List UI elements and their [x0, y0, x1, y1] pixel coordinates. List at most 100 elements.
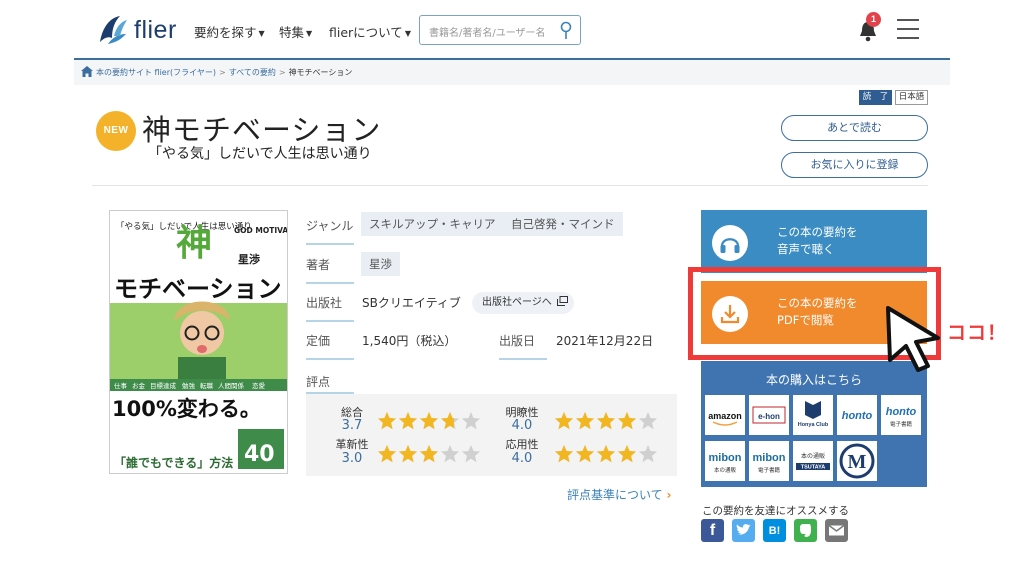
- star-empty-icon: [638, 445, 658, 463]
- publisher-page-link[interactable]: 出版社ページへ: [472, 292, 574, 314]
- home-icon[interactable]: [81, 66, 93, 77]
- store-m[interactable]: M: [837, 441, 877, 481]
- price-label: 定価: [306, 334, 331, 348]
- svg-text:TSUTAYA: TSUTAYA: [801, 465, 826, 471]
- evernote-icon[interactable]: [794, 519, 817, 542]
- cover-topics: 仕事 お金 目標達成 勉強 転職 人間関係 恋愛: [114, 381, 266, 390]
- svg-text:「誰でもできる」方法: 「誰でもできる」方法: [114, 455, 233, 470]
- download-icon: [712, 296, 748, 332]
- divider: [92, 185, 928, 186]
- publish-date-value: 2021年12月22日: [556, 334, 654, 348]
- store-tsutaya[interactable]: TSUTAYA 本の通販: [793, 441, 833, 481]
- svg-text:本の通販: 本の通販: [714, 466, 737, 474]
- author-tag[interactable]: 星渉: [361, 252, 400, 276]
- genre-tag-skillup[interactable]: スキルアップ・キャリア: [361, 212, 504, 236]
- nav-label: flierについて: [329, 25, 403, 40]
- twitter-icon[interactable]: [732, 519, 755, 542]
- rating-criteria-link[interactable]: 評点基準について ›: [567, 486, 671, 503]
- notification-count-badge: 1: [866, 12, 881, 27]
- logo-text: flier: [134, 15, 177, 44]
- nav-find-summaries[interactable]: 要約を探す ▼: [194, 22, 265, 41]
- star-filled-icon: [398, 445, 418, 463]
- divider: [306, 282, 354, 284]
- menu-icon[interactable]: [897, 19, 919, 39]
- store-honya-club[interactable]: Honya Club: [793, 395, 833, 435]
- star-filled-icon: [575, 445, 595, 463]
- rating-innovation-stars: [377, 445, 481, 463]
- language-badge: 日本語: [895, 90, 928, 105]
- view-pdf-label: この本の要約を PDFで閲覧: [777, 295, 858, 329]
- rating-innovation-value: 3.0: [341, 451, 363, 466]
- rating-overall-value: 3.7: [341, 418, 363, 433]
- store-ehon[interactable]: e-hon: [749, 395, 789, 435]
- genre-tag-selfhelp[interactable]: 自己啓発・マインド: [503, 212, 623, 236]
- favorite-button[interactable]: お気に入りに登録: [781, 152, 928, 178]
- svg-text:100%変わる。: 100%変わる。: [112, 397, 261, 421]
- listen-audio-button[interactable]: この本の要約を 音声で聴く: [701, 210, 927, 273]
- listen-audio-label: この本の要約を 音声で聴く: [777, 224, 858, 258]
- star-filled-icon: [596, 445, 616, 463]
- store-amazon[interactable]: amazon: [705, 395, 745, 435]
- pdf-line-1: この本の要約を: [777, 296, 858, 310]
- read-later-button[interactable]: あとで読む: [781, 115, 928, 141]
- svg-text:勉強: 勉強: [182, 381, 196, 390]
- listen-line-1: この本の要約を: [777, 225, 858, 239]
- nav-label: 要約を探す: [194, 25, 257, 40]
- rating-clarity-value: 4.0: [511, 418, 533, 433]
- store-honto[interactable]: honto: [837, 395, 877, 435]
- caret-down-icon: ▼: [258, 29, 265, 38]
- facebook-icon[interactable]: f: [701, 519, 724, 542]
- nav-features[interactable]: 特集 ▼: [279, 22, 312, 41]
- rating-applicability-stars: [554, 445, 658, 463]
- publish-date-label: 出版日: [499, 334, 536, 348]
- breadcrumb-home-link[interactable]: 本の要約サイト flier(フライヤー): [96, 68, 216, 77]
- rating-applicability-label: 応用性: [505, 438, 539, 451]
- flier-logo[interactable]: flier: [94, 12, 177, 48]
- rating-clarity-stars: [554, 412, 658, 430]
- nav-about-flier[interactable]: flierについて ▼: [329, 22, 411, 41]
- svg-text:星渉: 星渉: [238, 252, 260, 266]
- chevron-right-icon: >: [278, 68, 286, 77]
- pdf-line-2: PDFで閲覧: [777, 313, 834, 327]
- divider: [306, 320, 354, 322]
- rating-applicability-value: 4.0: [511, 451, 533, 466]
- search-icon[interactable]: [559, 21, 573, 41]
- genre-label: ジャンル: [306, 219, 354, 233]
- svg-text:honto: honto: [842, 410, 873, 422]
- site-header: flier 要約を探す ▼ 特集 ▼ flierについて ▼ 書籍名/著者名/ユーザー…: [0, 0, 1024, 58]
- store-honto-ebook[interactable]: honto 電子書籍: [881, 395, 921, 435]
- price-value: 1,540円（税込）: [362, 334, 457, 348]
- svg-text:電子書籍: 電子書籍: [758, 466, 781, 474]
- svg-text:お金: お金: [132, 381, 146, 390]
- divider: [499, 358, 547, 360]
- star-filled-icon: [398, 412, 418, 430]
- hatena-icon[interactable]: B!: [763, 519, 786, 542]
- svg-text:電子書籍: 電子書籍: [890, 420, 913, 428]
- mail-icon[interactable]: [825, 519, 848, 542]
- nav-label: 特集: [279, 25, 305, 40]
- listen-line-2: 音声で聴く: [777, 242, 835, 256]
- breadcrumb: 本の要約サイト flier(フライヤー) > すべての要約 > 神モチベーション: [74, 58, 950, 85]
- annotation-label: ココ！: [947, 322, 1008, 344]
- store-mibon[interactable]: mibon 本の通販: [705, 441, 745, 481]
- new-badge: NEW: [96, 111, 136, 151]
- chevron-right-icon: >: [219, 68, 226, 77]
- breadcrumb-all-summaries-link[interactable]: すべての要約: [229, 68, 276, 77]
- search-input[interactable]: 書籍名/著者名/ユーザー名: [419, 15, 581, 45]
- star-filled-icon: [419, 445, 439, 463]
- svg-text:GOD MOTIVATION: GOD MOTIVATION: [234, 226, 288, 235]
- search-placeholder: 書籍名/著者名/ユーザー名: [429, 28, 546, 39]
- star-empty-icon: [461, 412, 481, 430]
- svg-text:人間関係: 人間関係: [218, 381, 245, 390]
- star-filled-icon: [575, 412, 595, 430]
- author-label: 著者: [306, 258, 331, 272]
- rating-overall-stars: [377, 412, 481, 430]
- store-mibon-ebook[interactable]: mibon 電子書籍: [749, 441, 789, 481]
- rating-criteria-label: 評点基準について: [567, 488, 663, 502]
- svg-text:転職: 転職: [200, 381, 214, 390]
- rating-label: 評点: [306, 375, 331, 389]
- caret-down-icon: ▼: [306, 29, 313, 38]
- publisher-label: 出版社: [306, 296, 343, 310]
- external-window-icon: [557, 296, 568, 306]
- chevron-right-icon: ›: [666, 488, 672, 502]
